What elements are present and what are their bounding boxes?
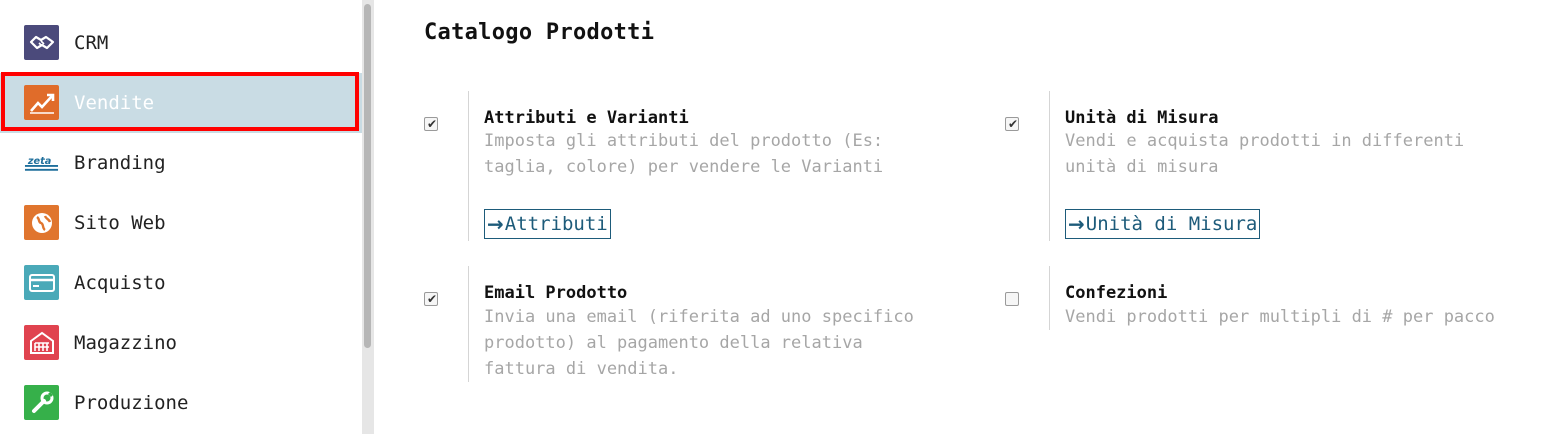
unita-misura-link-button[interactable]: → Unità di Misura bbox=[1065, 209, 1261, 239]
page-title: Catalogo Prodotti bbox=[424, 20, 655, 45]
desc-line: Imposta gli attributi del prodotto (Es: bbox=[484, 131, 884, 151]
option-title: Confezioni bbox=[1065, 283, 1168, 303]
sidebar-item-crm[interactable]: CRM bbox=[0, 13, 362, 73]
desc-line: Invia una email (riferita ad uno specifi… bbox=[484, 307, 914, 327]
attributi-varianti-checkbox[interactable]: ✔ bbox=[424, 117, 438, 131]
sidebar-item-label: Branding bbox=[74, 152, 166, 174]
option-title: Email Prodotto bbox=[484, 283, 628, 303]
arrow-right-icon: → bbox=[487, 212, 504, 236]
sidebar-item-magazzino[interactable]: Magazzino bbox=[0, 313, 362, 373]
divider bbox=[468, 266, 469, 382]
checkmark-icon: ✔ bbox=[1008, 117, 1019, 131]
link-label: Unità di Misura bbox=[1085, 213, 1258, 235]
sidebar-item-produzione[interactable]: Produzione bbox=[0, 373, 362, 433]
link-label: Attributi bbox=[504, 213, 608, 235]
sidebar-item-label: CRM bbox=[74, 32, 109, 54]
desc-line: Vendi e acquista prodotti in differenti bbox=[1065, 131, 1465, 151]
checkmark-icon: ✔ bbox=[427, 292, 438, 306]
svg-text:zeta: zeta bbox=[27, 155, 51, 166]
unita-misura-checkbox[interactable]: ✔ bbox=[1005, 117, 1019, 131]
sidebar-item-label: Acquisto bbox=[74, 272, 166, 294]
divider bbox=[1049, 91, 1050, 241]
sidebar-item-label: Sito Web bbox=[74, 212, 166, 234]
divider bbox=[1049, 266, 1050, 330]
option-description: Vendi e acquista prodotti in differenti … bbox=[1065, 128, 1464, 180]
arrow-right-icon: → bbox=[1068, 212, 1085, 236]
option-title: Attributi e Varianti bbox=[484, 108, 689, 128]
desc-line: prodotto) al pagamento della relativa bbox=[484, 333, 863, 353]
sidebar-item-label: Produzione bbox=[74, 392, 189, 414]
branding-logo-icon: zeta bbox=[24, 145, 59, 180]
desc-line: taglia, colore) per vendere le Varianti bbox=[484, 157, 884, 177]
warehouse-icon bbox=[24, 325, 59, 360]
email-prodotto-checkbox[interactable]: ✔ bbox=[424, 292, 438, 306]
handshake-icon bbox=[24, 25, 59, 60]
option-description: Invia una email (riferita ad uno specifi… bbox=[484, 304, 914, 382]
option-title: Unità di Misura bbox=[1065, 108, 1219, 128]
sidebar-scrollbar[interactable] bbox=[362, 0, 374, 434]
selection-highlight bbox=[1, 72, 359, 131]
divider bbox=[468, 91, 469, 241]
desc-line: fattura di vendita. bbox=[484, 359, 679, 379]
globe-icon bbox=[24, 205, 59, 240]
credit-card-icon bbox=[24, 265, 59, 300]
desc-line: unità di misura bbox=[1065, 157, 1219, 177]
apps-sidebar: CRM Vendite zeta Branding Sito Web Acqui… bbox=[0, 0, 363, 434]
checkmark-icon: ✔ bbox=[427, 117, 438, 131]
sidebar-item-sito-web[interactable]: Sito Web bbox=[0, 193, 362, 253]
option-description: Vendi prodotti per multipli di # per pac… bbox=[1065, 304, 1495, 330]
sidebar-item-acquisto[interactable]: Acquisto bbox=[0, 253, 362, 313]
scrollbar-thumb[interactable] bbox=[364, 4, 371, 348]
confezioni-checkbox[interactable] bbox=[1005, 292, 1019, 306]
wrench-icon bbox=[24, 385, 59, 420]
sidebar-item-label: Magazzino bbox=[74, 332, 177, 354]
sidebar-item-branding[interactable]: zeta Branding bbox=[0, 133, 362, 193]
desc-line: Vendi prodotti per multipli di # per pac… bbox=[1065, 307, 1495, 327]
option-description: Imposta gli attributi del prodotto (Es: … bbox=[484, 128, 883, 180]
attributi-link-button[interactable]: → Attributi bbox=[484, 209, 611, 239]
